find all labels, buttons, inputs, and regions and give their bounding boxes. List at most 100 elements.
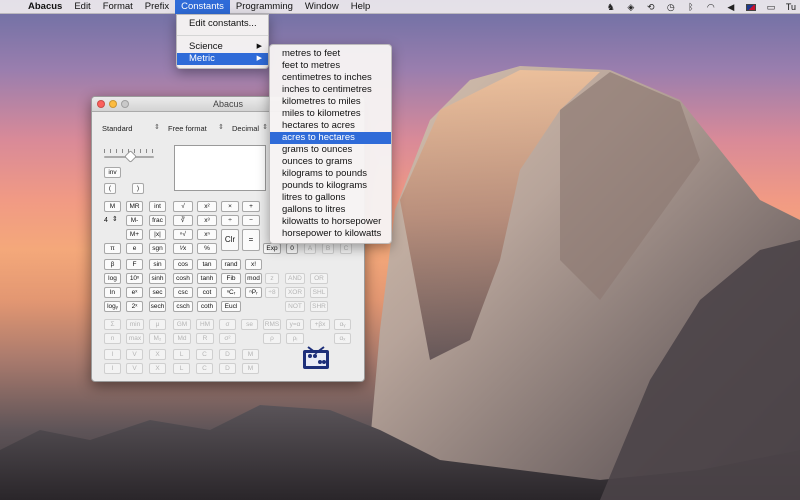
sum-button[interactable]: Σ — [104, 319, 121, 330]
hm-button[interactable]: HM — [196, 319, 214, 330]
stepper-arrows-icon[interactable]: ⇕ — [112, 215, 118, 223]
frac-button[interactable]: frac — [149, 215, 166, 226]
precision-slider[interactable] — [104, 149, 154, 163]
memory-minus-button[interactable]: M- — [126, 215, 143, 226]
mean-button[interactable]: μ — [149, 319, 166, 330]
sinh-button[interactable]: sinh — [149, 273, 166, 284]
not-button[interactable]: NOT — [285, 301, 305, 312]
rms-button[interactable]: RMS — [263, 319, 281, 330]
evernote-icon[interactable]: ♞ — [606, 2, 616, 13]
or-button[interactable]: OR — [310, 273, 328, 284]
shl-button[interactable]: SHL — [310, 287, 328, 298]
and-button[interactable]: AND — [285, 273, 305, 284]
regression-y-button[interactable]: y=α — [286, 319, 304, 330]
two-power-button[interactable]: 2ˣ — [126, 301, 143, 312]
hex-b-button[interactable]: B — [322, 243, 334, 254]
memory-recall-button[interactable]: MR — [126, 201, 143, 212]
menu-prefix[interactable]: Prefix — [139, 0, 175, 14]
menu-help[interactable]: Help — [345, 0, 377, 14]
metric-feet-to-metres[interactable]: feet to metres — [270, 60, 391, 72]
metric-kilometres-to-miles[interactable]: kilometres to miles — [270, 96, 391, 108]
metric-pounds-to-kilograms[interactable]: pounds to kilograms — [270, 180, 391, 192]
fib-button[interactable]: Fib — [221, 273, 241, 284]
roman-c-button[interactable]: C — [196, 349, 213, 360]
cos-button[interactable]: cos — [173, 259, 193, 270]
bluetooth-icon[interactable]: ᛒ — [686, 2, 696, 12]
min-button[interactable]: min — [126, 319, 144, 330]
roman-c-button-2[interactable]: C — [196, 363, 213, 374]
roman-i-button[interactable]: I — [104, 349, 121, 360]
roman-d-button[interactable]: D — [219, 349, 236, 360]
roman-l-button-2[interactable]: L — [173, 363, 190, 374]
volume-icon[interactable]: ◀ — [726, 2, 736, 13]
tanh-button[interactable]: tanh — [197, 273, 217, 284]
ten-power-button[interactable]: 10ˣ — [126, 273, 143, 284]
int-button[interactable]: int — [149, 201, 166, 212]
log-base-button[interactable]: logᵧ — [104, 301, 121, 312]
mode-select[interactable]: Standard — [102, 123, 160, 133]
csch-button[interactable]: csch — [173, 301, 193, 312]
metric-kilograms-to-pounds[interactable]: kilograms to pounds — [270, 168, 391, 180]
roman-v-button[interactable]: V — [126, 349, 143, 360]
reciprocal-button[interactable]: ¹⁄x — [173, 243, 193, 254]
tan-button[interactable]: tan — [197, 259, 217, 270]
menu-app-name[interactable]: Abacus — [22, 0, 68, 14]
regression-beta-button[interactable]: +βx — [310, 319, 330, 330]
close-button[interactable] — [97, 100, 105, 108]
roman-i-button-2[interactable]: I — [104, 363, 121, 374]
count-button[interactable]: n — [104, 333, 121, 344]
f-button[interactable]: F — [126, 259, 143, 270]
sec-button[interactable]: sec — [149, 287, 166, 298]
roman-x-button-2[interactable]: X — [149, 363, 166, 374]
roman-l-button[interactable]: L — [173, 349, 190, 360]
factorial-button[interactable]: x! — [245, 259, 262, 270]
menu-item-science[interactable]: Science ▶ — [177, 41, 268, 53]
sech-button[interactable]: sech — [149, 301, 166, 312]
roman-m-button-2[interactable]: M — [242, 363, 259, 374]
csc-button[interactable]: csc — [173, 287, 193, 298]
metric-centimetres-to-inches[interactable]: centimetres to inches — [270, 72, 391, 84]
subtract-button[interactable]: − — [242, 215, 260, 226]
metric-litres-to-gallons[interactable]: litres to gallons — [270, 192, 391, 204]
coth-button[interactable]: coth — [197, 301, 217, 312]
add-button[interactable]: + — [242, 201, 260, 212]
rho-button[interactable]: ρ — [263, 333, 281, 344]
menu-programming[interactable]: Programming — [230, 0, 299, 14]
z-button[interactable]: z — [265, 273, 279, 284]
e-button[interactable]: e — [126, 243, 143, 254]
median-button[interactable]: Md — [173, 333, 191, 344]
log-button[interactable]: log — [104, 273, 121, 284]
ln-button[interactable]: ln — [104, 287, 121, 298]
rho-x-button[interactable]: ρᵢ — [286, 333, 304, 344]
eucl-button[interactable]: Eucl — [221, 301, 241, 312]
e-power-button[interactable]: eˣ — [126, 287, 143, 298]
base-select[interactable]: Decimal — [232, 123, 268, 133]
digit-0-button[interactable]: 0 — [286, 243, 298, 254]
metric-inches-to-centimetres[interactable]: inches to centimetres — [270, 84, 391, 96]
cosh-button[interactable]: cosh — [173, 273, 193, 284]
square-button[interactable]: x² — [197, 201, 217, 212]
hex-c-button[interactable]: C — [340, 243, 352, 254]
max-button[interactable]: max — [126, 333, 144, 344]
combination-button[interactable]: ⁿCᵣ — [221, 287, 241, 298]
metric-horsepower-to-kilowatts[interactable]: horsepower to kilowatts — [270, 228, 391, 240]
wifi-icon[interactable]: ◠ — [706, 2, 716, 13]
memory-button[interactable]: M — [104, 201, 121, 212]
menu-format[interactable]: Format — [97, 0, 139, 14]
lparen-button[interactable]: ( — [104, 183, 116, 194]
metric-gallons-to-litres[interactable]: gallons to litres — [270, 204, 391, 216]
metric-miles-to-kilometres[interactable]: miles to kilometres — [270, 108, 391, 120]
menu-item-metric[interactable]: Metric ▶ — [177, 53, 268, 65]
roman-x-button[interactable]: X — [149, 349, 166, 360]
sgn-button[interactable]: sgn — [149, 243, 166, 254]
rand-button[interactable]: rand — [221, 259, 241, 270]
metric-kilowatts-to-horsepower[interactable]: kilowatts to horsepower — [270, 216, 391, 228]
cot-button[interactable]: cot — [197, 287, 217, 298]
metric-grams-to-ounces[interactable]: grams to ounces — [270, 144, 391, 156]
alpha-y-button[interactable]: αᵧ — [334, 319, 351, 330]
range-button[interactable]: R — [196, 333, 214, 344]
menu-constants[interactable]: Constants — [175, 0, 230, 14]
divide-button[interactable]: ÷ — [221, 215, 239, 226]
roman-m-button[interactable]: M — [242, 349, 259, 360]
metric-ounces-to-grams[interactable]: ounces to grams — [270, 156, 391, 168]
